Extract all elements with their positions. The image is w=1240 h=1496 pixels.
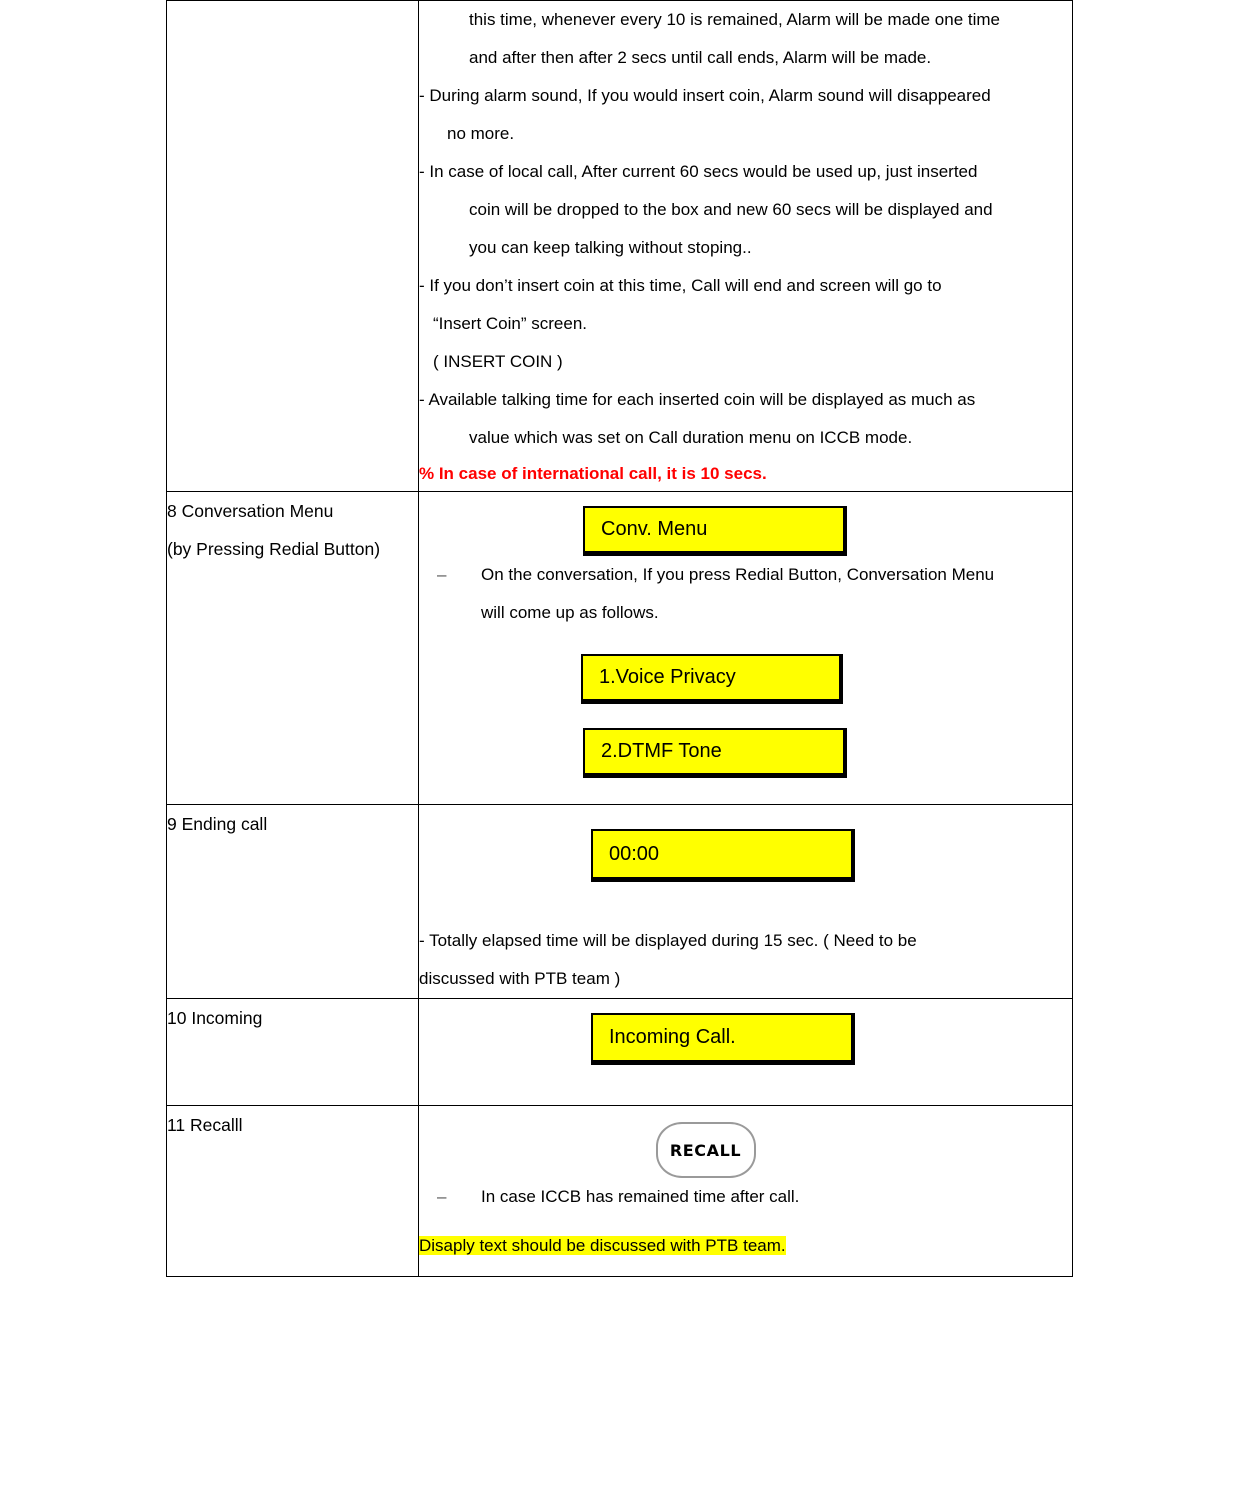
table-row: this time, whenever every 10 is remained… bbox=[166, 0, 1073, 492]
table-row: 8 Conversation Menu (by Pressing Redial … bbox=[166, 491, 1073, 805]
lcd-display-conv-menu: Conv. Menu bbox=[583, 506, 847, 556]
dash-bullet-icon: – bbox=[437, 565, 447, 584]
step-label-line: 9 Ending call bbox=[167, 814, 268, 834]
bullet-item: – In case ICCB has remained time after c… bbox=[419, 1178, 1072, 1216]
international-call-note: % In case of international call, it is 1… bbox=[419, 464, 767, 483]
specification-table: this time, whenever every 10 is remained… bbox=[166, 0, 1073, 1277]
paragraph: coin will be dropped to the box and new … bbox=[469, 200, 993, 219]
step-label-cell: 10 Incoming bbox=[166, 998, 419, 1106]
paragraph: you can keep talking without stoping.. bbox=[469, 238, 752, 257]
step-label-cell: 8 Conversation Menu (by Pressing Redial … bbox=[166, 491, 419, 805]
lcd-display-option-1: 1.Voice Privacy bbox=[581, 654, 843, 704]
step-label-line: 8 Conversation Menu bbox=[167, 501, 334, 521]
step-label-cell: 11 Recalll bbox=[166, 1105, 419, 1277]
step-description-cell: 00:00 - Totally elapsed time will be dis… bbox=[418, 804, 1073, 999]
bullet-item: – On the conversation, If you press Redi… bbox=[419, 556, 1072, 594]
paragraph: no more. bbox=[447, 124, 515, 143]
recall-key-button[interactable]: RECALL bbox=[655, 1122, 756, 1178]
table-row: 11 Recalll RECALL – In case ICCB has rem… bbox=[166, 1105, 1073, 1277]
paragraph: - In case of local call, After current 6… bbox=[419, 162, 978, 181]
step-label-cell bbox=[166, 0, 419, 492]
recall-key-wrapper: RECALL bbox=[419, 1122, 1072, 1178]
table-row: 9 Ending call 00:00 - Totally elapsed ti… bbox=[166, 804, 1073, 999]
bullet-item-continuation: will come up as follows. bbox=[419, 594, 1072, 632]
dash-bullet-icon: – bbox=[437, 1187, 447, 1206]
step-description-cell: Conv. Menu – On the conversation, If you… bbox=[418, 491, 1073, 805]
lcd-display-option-2: 2.DTMF Tone bbox=[583, 728, 847, 778]
highlight-note: Disaply text should be discussed with PT… bbox=[419, 1236, 786, 1255]
step-label-line: 10 Incoming bbox=[167, 1008, 263, 1028]
paragraph: this time, whenever every 10 is remained… bbox=[469, 10, 1001, 29]
paragraph: “Insert Coin” screen. bbox=[433, 314, 587, 333]
paragraph: - Available talking time for each insert… bbox=[419, 390, 976, 409]
lcd-display-elapsed-time: 00:00 bbox=[591, 829, 855, 882]
step-description-cell: Incoming Call. bbox=[418, 998, 1073, 1106]
lcd-text: 00:00 bbox=[609, 842, 660, 865]
paragraph: discussed with PTB team ) bbox=[419, 969, 621, 988]
step-description-cell: RECALL – In case ICCB has remained time … bbox=[418, 1105, 1073, 1277]
lcd-text: Incoming Call. bbox=[609, 1026, 736, 1048]
step-label-line: 11 Recalll bbox=[167, 1115, 243, 1135]
bullet-text-line1: On the conversation, If you press Redial… bbox=[481, 565, 995, 584]
paragraph: - During alarm sound, If you would inser… bbox=[419, 86, 991, 105]
paragraph: - Totally elapsed time will be displayed… bbox=[419, 931, 917, 950]
bullet-text-line2: will come up as follows. bbox=[481, 603, 659, 622]
table-row: 10 Incoming Incoming Call. bbox=[166, 998, 1073, 1106]
paragraph: ( INSERT COIN ) bbox=[433, 352, 563, 371]
step-description-cell: this time, whenever every 10 is remained… bbox=[418, 0, 1073, 492]
step-label-cell: 9 Ending call bbox=[166, 804, 419, 999]
highlight-note-paragraph: Disaply text should be discussed with PT… bbox=[419, 1230, 1072, 1262]
paragraph: value which was set on Call duration men… bbox=[469, 428, 913, 447]
paragraph: - If you don’t insert coin at this time,… bbox=[419, 276, 942, 295]
step-label-line: (by Pressing Redial Button) bbox=[167, 539, 381, 559]
bullet-text-line1: In case ICCB has remained time after cal… bbox=[481, 1187, 800, 1206]
recall-key-label: RECALL bbox=[669, 1140, 742, 1160]
document-page: this time, whenever every 10 is remained… bbox=[0, 0, 1240, 1496]
lcd-text: 2.DTMF Tone bbox=[601, 740, 722, 762]
paragraph: and after then after 2 secs until call e… bbox=[469, 48, 932, 67]
lcd-display-incoming-call: Incoming Call. bbox=[591, 1013, 855, 1065]
lcd-text: 1.Voice Privacy bbox=[599, 666, 736, 688]
lcd-text: Conv. Menu bbox=[601, 518, 708, 540]
